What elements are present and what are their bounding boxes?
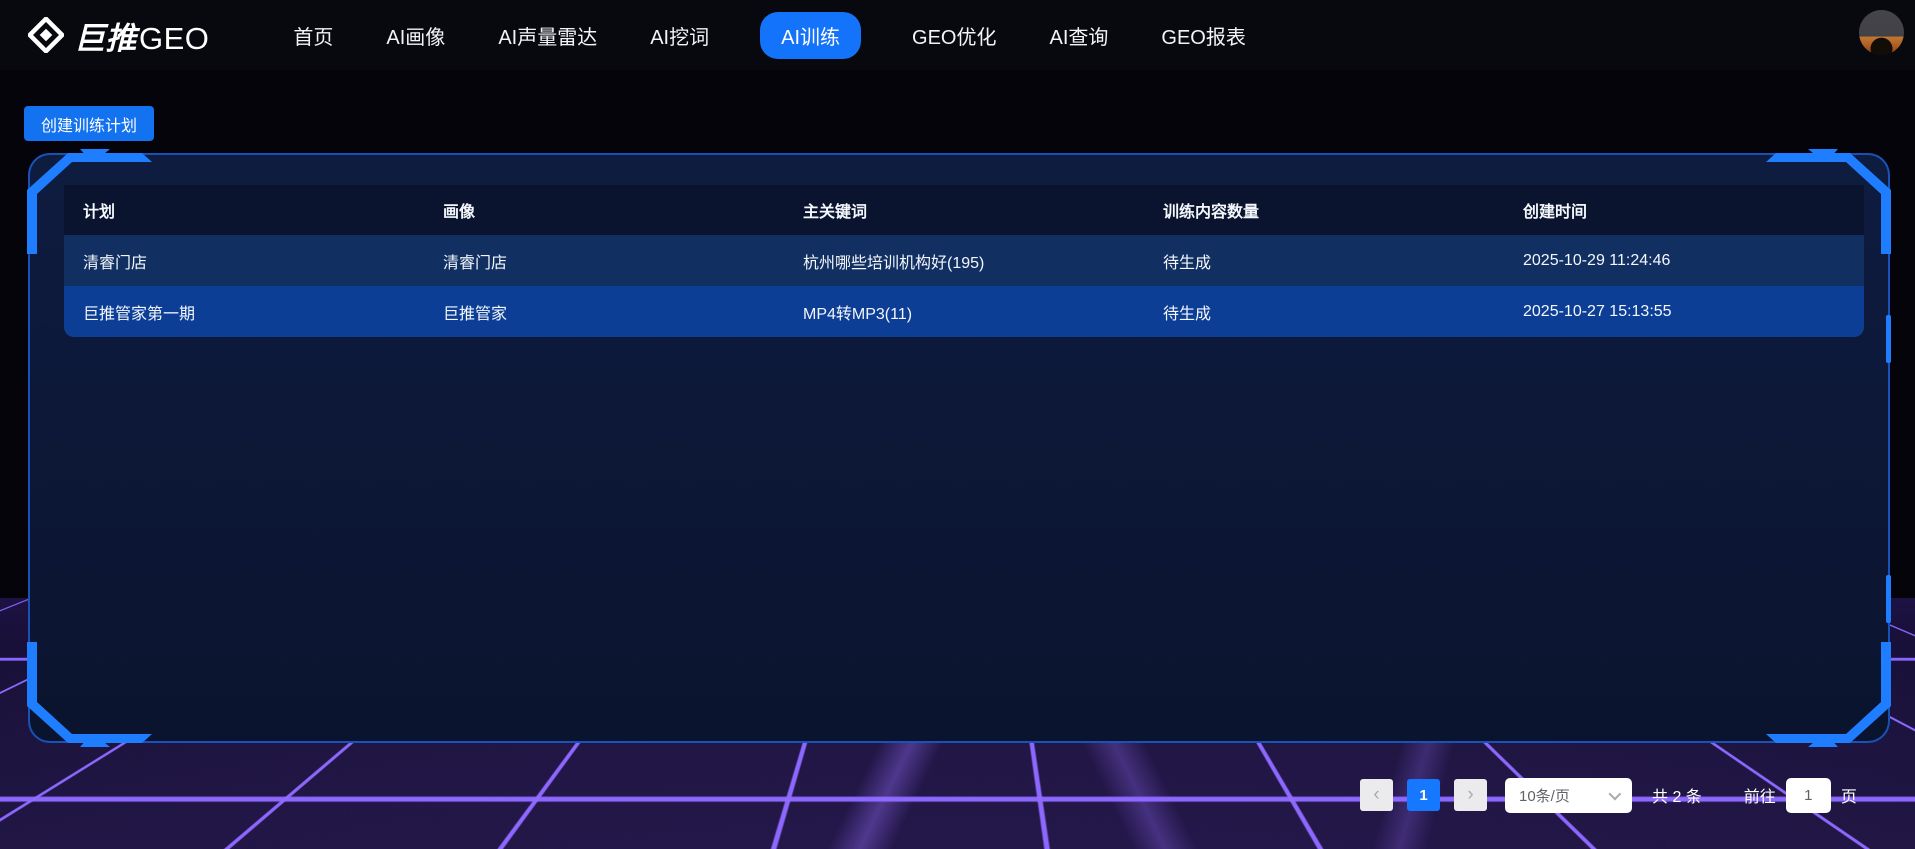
column-header-content-count: 训练内容数量 bbox=[1144, 198, 1504, 222]
pagination: ‹ 1 › 10条/页 共 2 条 前往 页 bbox=[1360, 777, 1857, 813]
column-header-main-keyword: 主关键词 bbox=[784, 198, 1144, 222]
cell-created-time: 2025-10-27 15:13:55 bbox=[1504, 303, 1864, 321]
chevron-left-icon: ‹ bbox=[1373, 780, 1379, 810]
brand-title: 巨推GEO bbox=[74, 13, 209, 58]
nav-item-geo-report[interactable]: GEO报表 bbox=[1159, 12, 1247, 59]
goto-page-label: 前往 bbox=[1744, 783, 1776, 807]
create-training-plan-button[interactable]: 创建训练计划 bbox=[24, 106, 154, 141]
cell-content-count: 待生成 bbox=[1144, 300, 1504, 324]
goto-page-input[interactable] bbox=[1786, 778, 1831, 813]
brand-name-en: GEO bbox=[139, 21, 209, 56]
brand-name-cn: 巨推 bbox=[74, 21, 137, 56]
cell-plan: 清睿门店 bbox=[64, 249, 424, 273]
nav-item-ai-keyword-mining[interactable]: AI挖词 bbox=[648, 12, 711, 59]
total-count-text: 共 2 条 bbox=[1652, 783, 1702, 807]
column-header-created-time: 创建时间 bbox=[1504, 198, 1864, 222]
nav-item-ai-voice-radar[interactable]: AI声量雷达 bbox=[496, 12, 599, 59]
training-plan-table: 计划 画像 主关键词 训练内容数量 创建时间 清睿门店 清睿门店 杭州哪些培训机… bbox=[64, 185, 1864, 337]
top-navbar: 巨推GEO 首页 AI画像 AI声量雷达 AI挖词 AI训练 GEO优化 AI查… bbox=[0, 0, 1915, 70]
nav-item-geo-optimization[interactable]: GEO优化 bbox=[910, 12, 998, 59]
chevron-right-icon: › bbox=[1467, 780, 1473, 810]
frame-corner-bottom-right bbox=[1754, 642, 1894, 748]
cell-portrait: 巨推管家 bbox=[424, 300, 784, 324]
nav-item-ai-query[interactable]: AI查询 bbox=[1047, 12, 1110, 59]
table-row[interactable]: 巨推管家第一期 巨推管家 MP4转MP3(11) 待生成 2025-10-27 … bbox=[64, 286, 1864, 337]
cell-content-count: 待生成 bbox=[1144, 249, 1504, 273]
page-size-select[interactable]: 10条/页 bbox=[1505, 778, 1632, 813]
table-header-row: 计划 画像 主关键词 训练内容数量 创建时间 bbox=[64, 185, 1864, 235]
cell-main-keyword: 杭州哪些培训机构好(195) bbox=[784, 249, 1144, 273]
nav-item-ai-training[interactable]: AI训练 bbox=[760, 12, 861, 59]
brand-logo[interactable]: 巨推GEO bbox=[28, 13, 209, 58]
nav-item-home[interactable]: 首页 bbox=[291, 12, 335, 59]
cell-portrait: 清睿门店 bbox=[424, 249, 784, 273]
nav-menu: 首页 AI画像 AI声量雷达 AI挖词 AI训练 GEO优化 AI查询 GEO报… bbox=[291, 12, 1247, 59]
chevron-down-icon bbox=[1609, 787, 1622, 800]
cell-created-time: 2025-10-29 11:24:46 bbox=[1504, 252, 1864, 270]
user-avatar[interactable] bbox=[1859, 10, 1904, 55]
cell-plan: 巨推管家第一期 bbox=[64, 300, 424, 324]
pagination-page-1-button[interactable]: 1 bbox=[1407, 779, 1440, 811]
cell-main-keyword: MP4转MP3(11) bbox=[784, 300, 1144, 324]
frame-edge-notch bbox=[1886, 315, 1891, 363]
nav-item-ai-profile[interactable]: AI画像 bbox=[384, 12, 447, 59]
column-header-portrait: 画像 bbox=[424, 198, 784, 222]
table-row[interactable]: 清睿门店 清睿门店 杭州哪些培训机构好(195) 待生成 2025-10-29 … bbox=[64, 235, 1864, 286]
frame-corner-bottom-left bbox=[24, 642, 164, 748]
pagination-next-button[interactable]: › bbox=[1454, 779, 1487, 811]
pagination-prev-button[interactable]: ‹ bbox=[1360, 779, 1393, 811]
brand-logo-icon bbox=[28, 17, 64, 53]
goto-page-suffix: 页 bbox=[1841, 783, 1857, 807]
page-size-value: 10条/页 bbox=[1519, 785, 1570, 806]
training-plan-panel: 计划 画像 主关键词 训练内容数量 创建时间 清睿门店 清睿门店 杭州哪些培训机… bbox=[28, 153, 1890, 743]
column-header-plan: 计划 bbox=[64, 198, 424, 222]
